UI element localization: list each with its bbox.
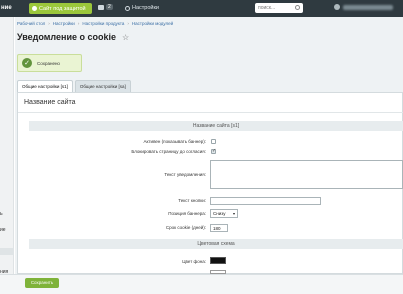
panel-divider (18, 112, 403, 113)
banner-position-select[interactable]: Снизу ▾ (210, 209, 238, 218)
gear-icon (125, 5, 130, 11)
user-name-redacted (343, 4, 393, 10)
search-input[interactable]: поиск... (255, 3, 303, 13)
settings-label: Настройки (132, 5, 159, 11)
sidebar-active-item[interactable] (0, 248, 14, 255)
breadcrumb-item[interactable]: Настройки модулей (130, 21, 175, 26)
button-text-label: Текст кнопки: (178, 198, 206, 203)
site-protection-button[interactable]: Сайт под защитой (29, 3, 92, 14)
chevron-down-icon: ▾ (232, 211, 235, 216)
breadcrumb-item[interactable]: Настройки продукта (80, 21, 126, 26)
tab-general-sa[interactable]: Общие настройки [sa] (74, 80, 131, 92)
cookie-days-label: Срок cookie (дней): (165, 225, 206, 230)
active-label: Активен (показывать баннер): (143, 139, 206, 144)
left-sidebar: ь ие ния (0, 17, 14, 294)
sidebar-fragment[interactable]: ь (0, 211, 3, 217)
bg-color-label: Цвет фона: (182, 259, 206, 264)
settings-tabs: Общие настройки [s1] Общие настройки [sa… (17, 80, 131, 92)
messages-count: 2 (106, 4, 113, 10)
active-checkbox[interactable] (211, 139, 216, 144)
notice-text-label: Текст уведомления: (164, 172, 206, 177)
messages-icon (98, 4, 104, 10)
sidebar-fragment[interactable]: ие (0, 227, 6, 233)
success-notice: ✓ Сохранено (17, 54, 82, 72)
notice-text-textarea[interactable] (210, 160, 403, 189)
search-placeholder: поиск... (258, 5, 276, 11)
banner-position-label: Позиция баннера: (168, 211, 206, 216)
breadcrumb-item[interactable]: Настройки (51, 21, 77, 26)
cookie-days-input[interactable]: 180 (210, 224, 228, 232)
breadcrumb-item[interactable]: Рабочий стол (15, 21, 47, 26)
topbar-left-fragment: ние (1, 5, 12, 11)
page-title-text: Уведомление о cookie (17, 32, 117, 42)
block-checkbox[interactable] (211, 148, 216, 154)
search-icon[interactable] (295, 5, 300, 10)
admin-topbar: ние Сайт под защитой 2 Настройки поиск..… (0, 0, 403, 17)
breadcrumb: Рабочий стол › Настройки › Настройки про… (15, 19, 175, 27)
save-button[interactable]: Сохранить (25, 278, 59, 288)
settings-button[interactable]: Настройки (125, 5, 159, 11)
block-label: Блокировать страницу до согласия: (131, 149, 206, 154)
bg-color-swatch[interactable] (210, 257, 226, 264)
section-header-site: Название сайта [s1] (29, 121, 403, 131)
shield-icon (32, 6, 37, 11)
banner-position-value: Снизу (213, 211, 226, 216)
button-text-input[interactable] (210, 197, 321, 205)
panel-title: Название сайта (24, 99, 76, 106)
avatar (334, 4, 340, 10)
section-header-colors: Цветовая схема (29, 239, 403, 249)
messages-button[interactable]: 2 (98, 4, 113, 10)
notice-text: Сохранено (37, 60, 60, 66)
site-protection-label: Сайт под защитой (39, 5, 86, 12)
tab-general-s1[interactable]: Общие настройки [s1] (17, 80, 73, 92)
form-footer (0, 274, 403, 294)
star-icon[interactable]: ☆ (122, 33, 129, 42)
checkmark-icon: ✓ (22, 58, 32, 68)
page-title: Уведомление о cookie ☆ (17, 32, 129, 42)
user-menu[interactable] (334, 4, 393, 10)
